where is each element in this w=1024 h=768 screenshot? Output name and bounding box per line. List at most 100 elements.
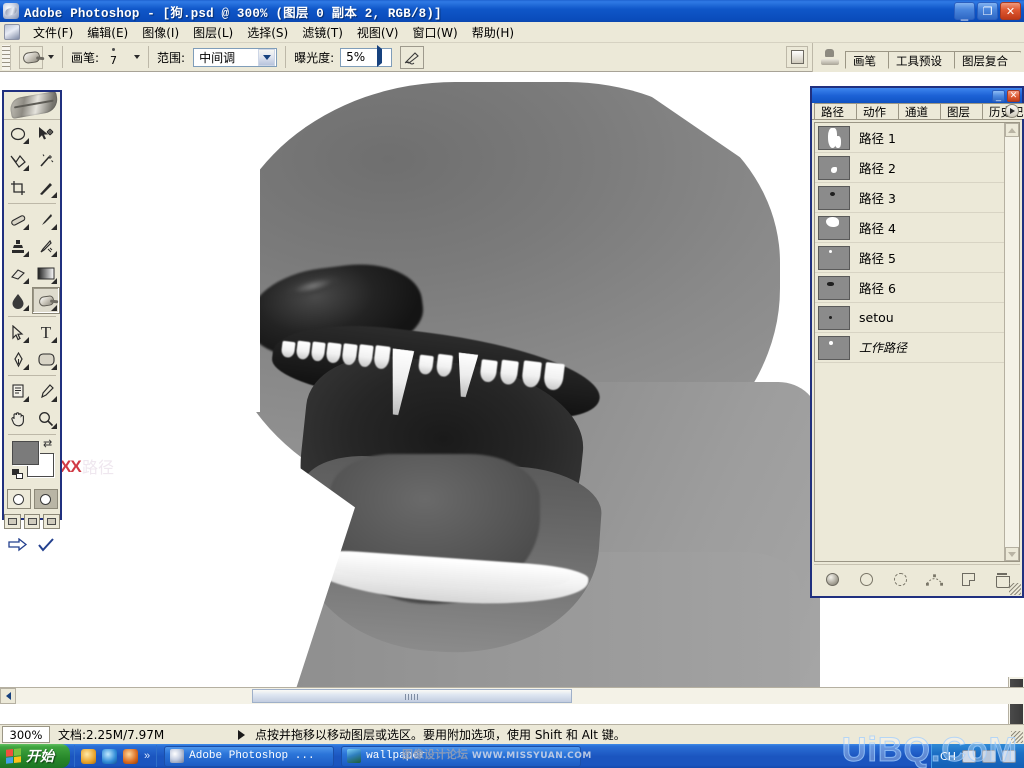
keyboard-icon[interactable] [962,749,976,763]
taskbar-item-wallpaper[interactable]: wallpaper [341,745,582,767]
quick-mask-mode-button[interactable] [33,489,58,509]
tool-notes[interactable] [4,378,32,405]
hscrollbar-left-button[interactable] [0,688,16,704]
path-row-4[interactable]: 路径 4 [815,213,1004,243]
tool-dodge-burn[interactable] [32,287,60,314]
tool-zoom[interactable] [32,405,60,432]
document-horizontal-scrollbar[interactable] [0,687,1024,704]
burn-tool-icon[interactable] [19,45,43,69]
full-screen-mode-button[interactable] [43,514,61,529]
tool-brush[interactable] [32,206,60,233]
tool-pen[interactable] [4,346,32,373]
maximize-button[interactable]: ❐ [977,2,998,20]
taskbar-item-photoshop[interactable]: Adobe Photoshop ... [164,745,335,767]
standard-screen-mode-button[interactable] [4,514,21,529]
paths-scroll-down-button[interactable] [1005,547,1019,561]
brush-preview[interactable]: 7 [103,45,129,69]
menu-item-image[interactable]: 图像(I) [135,22,186,43]
well-tab-tool-presets[interactable]: 工具预设 [888,51,955,69]
path-row-setou[interactable]: setou [815,303,1004,333]
default-colors-icon[interactable] [12,469,24,480]
hscrollbar-thumb[interactable] [252,689,572,703]
tab-channels[interactable]: 通道 [898,103,942,119]
standard-mode-button[interactable] [6,489,31,509]
tab-paths[interactable]: 路径 [814,103,858,119]
tool-marquee[interactable] [4,120,32,147]
range-chevron-down-icon[interactable] [258,48,276,66]
volume-icon[interactable] [1002,749,1016,763]
tool-magic-wand[interactable] [32,147,60,174]
menu-item-file[interactable]: 文件(F) [26,22,80,43]
tool-slice[interactable] [32,174,60,201]
tool-history-brush[interactable] [32,233,60,260]
quicklaunch-firefox-icon[interactable] [123,748,138,764]
delete-path-button[interactable] [994,571,1011,588]
menu-item-edit[interactable]: 编辑(E) [80,22,135,43]
document-size-info[interactable]: 文档:2.25M/7.97M [58,726,238,743]
tool-path-selection[interactable] [4,319,32,346]
options-bar-grip[interactable] [2,44,11,70]
toolbox-header[interactable] [4,92,60,120]
close-button[interactable]: ✕ [1000,2,1021,20]
path-row-work-path[interactable]: 工作路径 [815,333,1004,363]
network-icon[interactable] [982,749,996,763]
window-resize-grip[interactable] [1011,731,1023,743]
path-row-2[interactable]: 路径 2 [815,153,1004,183]
palette-menu-icon[interactable] [1005,104,1019,118]
tool-hand[interactable] [4,405,32,432]
new-path-button[interactable] [960,571,977,588]
paths-list[interactable]: 路径 1 路径 2 路径 3 路径 4 路径 5 路径 6 setou 工作路径 [814,122,1020,562]
quicklaunch-media-icon[interactable] [81,748,96,764]
minimize-button[interactable]: _ [954,2,975,20]
titlebar[interactable]: Adobe Photoshop - [狗.psd @ 300% (图层 0 副本… [0,0,1024,22]
tool-crop[interactable] [4,174,32,201]
menu-item-filter[interactable]: 滤镜(T) [295,22,350,43]
tool-gradient[interactable] [32,260,60,287]
start-button[interactable]: 开始 [0,744,70,768]
tab-actions[interactable]: 动作 [856,103,900,119]
tool-blur[interactable] [4,287,32,314]
menu-item-layer[interactable]: 图层(L) [186,22,240,43]
status-menu-arrow-icon[interactable] [238,729,245,740]
ime-indicator[interactable]: CH [940,750,956,763]
paths-minimize-button[interactable]: _ [992,89,1005,102]
tool-preset-chevron-down-icon[interactable] [48,55,54,59]
range-select[interactable]: 中间调 [193,47,278,67]
tool-eraser[interactable] [4,260,32,287]
menu-item-help[interactable]: 帮助(H) [465,22,521,43]
quicklaunch-browser-icon[interactable] [102,748,117,764]
paths-list-scrollbar[interactable] [1004,123,1019,561]
menu-item-window[interactable]: 窗口(W) [405,22,464,43]
paths-close-button[interactable]: ✕ [1007,89,1020,102]
well-tab-brushes[interactable]: 画笔 [845,51,889,69]
paths-palette-titlebar[interactable]: _ ✕ [812,88,1022,103]
image-canvas[interactable] [180,82,820,702]
make-work-path-button[interactable] [925,571,943,588]
paths-scroll-up-button[interactable] [1005,123,1019,137]
foreground-color-swatch[interactable] [12,441,39,465]
brush-picker-chevron-down-icon[interactable] [134,55,141,59]
menu-item-select[interactable]: 选择(S) [240,22,295,43]
tool-type[interactable]: T [32,319,60,346]
tool-clone-stamp[interactable] [4,233,32,260]
exposure-input[interactable]: 5% [340,44,393,67]
full-screen-menubar-mode-button[interactable] [23,514,41,529]
paths-palette-resize-grip[interactable] [1009,583,1021,595]
quicklaunch-overflow-chevron-icon[interactable]: » [144,750,150,762]
tab-layers[interactable]: 图层 [940,103,984,119]
load-path-as-selection-button[interactable] [892,571,909,588]
tool-move[interactable] [32,120,60,147]
path-row-3[interactable]: 路径 3 [815,183,1004,213]
fill-path-button[interactable] [824,571,841,588]
tool-shape[interactable] [32,346,60,373]
path-row-1[interactable]: 路径 1 [815,123,1004,153]
imageready-badge[interactable] [34,535,58,555]
airbrush-toggle-button[interactable] [400,45,425,69]
exposure-stepper[interactable] [377,44,391,67]
stroke-path-button[interactable] [858,571,875,588]
path-row-6[interactable]: 路径 6 [815,273,1004,303]
tool-healing-brush[interactable] [4,206,32,233]
swap-colors-icon[interactable]: ⇄ [43,437,55,450]
menu-item-view[interactable]: 视图(V) [350,22,406,43]
document-icon[interactable] [4,24,20,40]
